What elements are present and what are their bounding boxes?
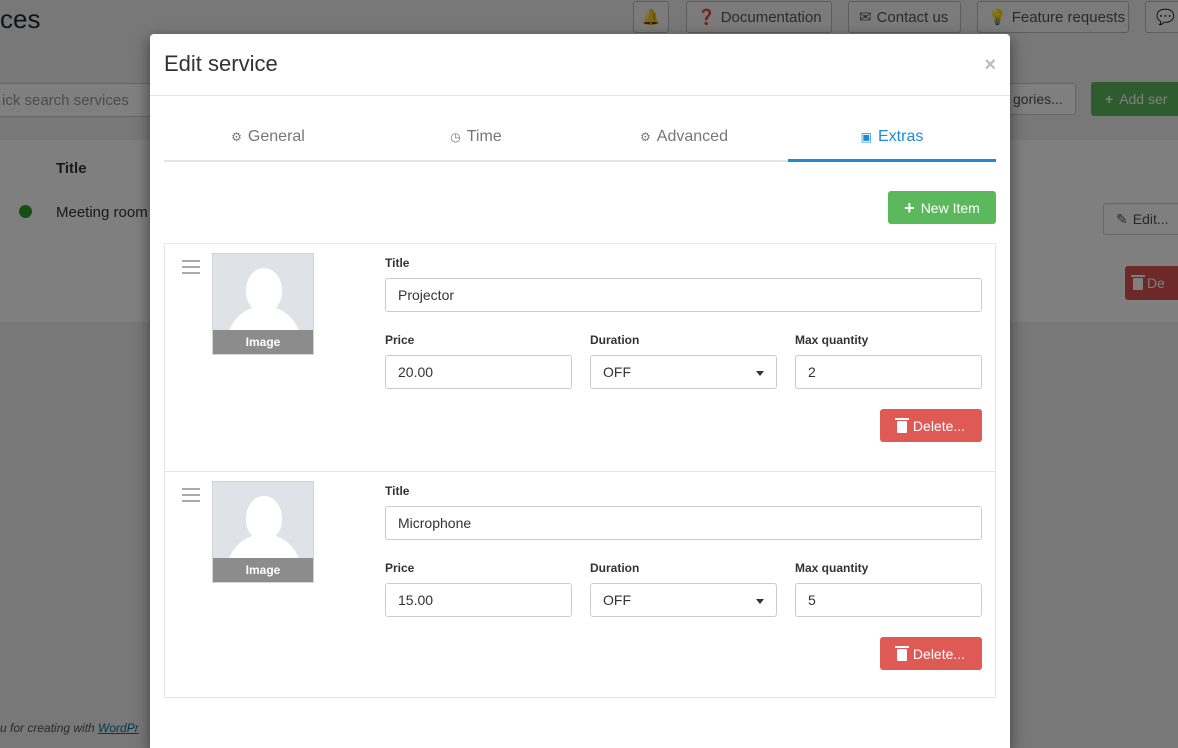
- tab-extras[interactable]: ▣ Extras: [788, 114, 996, 162]
- duration-value: OFF: [603, 364, 631, 380]
- tab-extras-label: Extras: [878, 127, 924, 145]
- modal-title: Edit service: [164, 51, 278, 76]
- extra-image[interactable]: Image: [212, 481, 314, 583]
- trash-icon: [894, 417, 909, 433]
- new-item-label: New Item: [920, 199, 980, 216]
- duration-value: OFF: [603, 592, 631, 608]
- clock-icon: ◷: [450, 130, 461, 144]
- tab-time-label: Time: [466, 128, 502, 145]
- new-item-button[interactable]: + New Item: [888, 191, 996, 224]
- briefcase-icon: ▣: [860, 129, 872, 144]
- delete-item-label: Delete...: [912, 417, 966, 434]
- tab-general-label: General: [247, 128, 305, 145]
- extras-list: Image Title Projector Price 20.00 Durati…: [164, 243, 996, 698]
- max-quantity-label: Max quantity: [795, 333, 869, 347]
- price-label: Price: [385, 333, 415, 347]
- price-input[interactable]: 15.00: [385, 583, 572, 617]
- max-quantity-input[interactable]: 5: [795, 583, 982, 617]
- gear-icon: ⚙: [231, 130, 242, 144]
- delete-item-label: Delete...: [912, 645, 966, 662]
- duration-label: Duration: [590, 333, 640, 347]
- edit-service-modal: Edit service × ⚙ General ◷ Time ⚙ Advanc…: [150, 34, 1010, 748]
- tab-general[interactable]: ⚙ General: [164, 114, 372, 160]
- max-quantity-label: Max quantity: [795, 561, 869, 575]
- modal-header: Edit service ×: [150, 34, 1010, 96]
- delete-item-button[interactable]: Delete...: [880, 409, 982, 442]
- list-item: Image Title Projector Price 20.00 Durati…: [165, 244, 995, 471]
- trash-icon: [894, 645, 909, 661]
- caret-down-icon: [756, 599, 764, 604]
- drag-handle-icon[interactable]: [182, 488, 200, 506]
- title-input[interactable]: Projector: [385, 278, 982, 312]
- price-label: Price: [385, 561, 415, 575]
- title-label: Title: [385, 484, 410, 498]
- image-caption: Image: [213, 558, 313, 582]
- delete-item-button[interactable]: Delete...: [880, 637, 982, 670]
- tab-advanced-label: Advanced: [656, 128, 728, 145]
- duration-label: Duration: [590, 561, 640, 575]
- price-input[interactable]: 20.00: [385, 355, 572, 389]
- gears-icon: ⚙: [640, 130, 651, 144]
- tab-time[interactable]: ◷ Time: [372, 114, 580, 160]
- close-icon[interactable]: ×: [984, 54, 996, 77]
- plus-icon: +: [904, 197, 915, 218]
- title-label: Title: [385, 256, 410, 270]
- image-caption: Image: [213, 330, 313, 354]
- tab-advanced[interactable]: ⚙ Advanced: [580, 114, 788, 160]
- extra-image[interactable]: Image: [212, 253, 314, 355]
- drag-handle-icon[interactable]: [182, 260, 200, 278]
- duration-select[interactable]: OFF: [590, 583, 777, 617]
- service-tabs: ⚙ General ◷ Time ⚙ Advanced ▣ Extras: [164, 114, 996, 162]
- max-quantity-input[interactable]: 2: [795, 355, 982, 389]
- title-input[interactable]: Microphone: [385, 506, 982, 540]
- duration-select[interactable]: OFF: [590, 355, 777, 389]
- list-item: Image Title Microphone Price 15.00 Durat…: [165, 471, 995, 698]
- caret-down-icon: [756, 371, 764, 376]
